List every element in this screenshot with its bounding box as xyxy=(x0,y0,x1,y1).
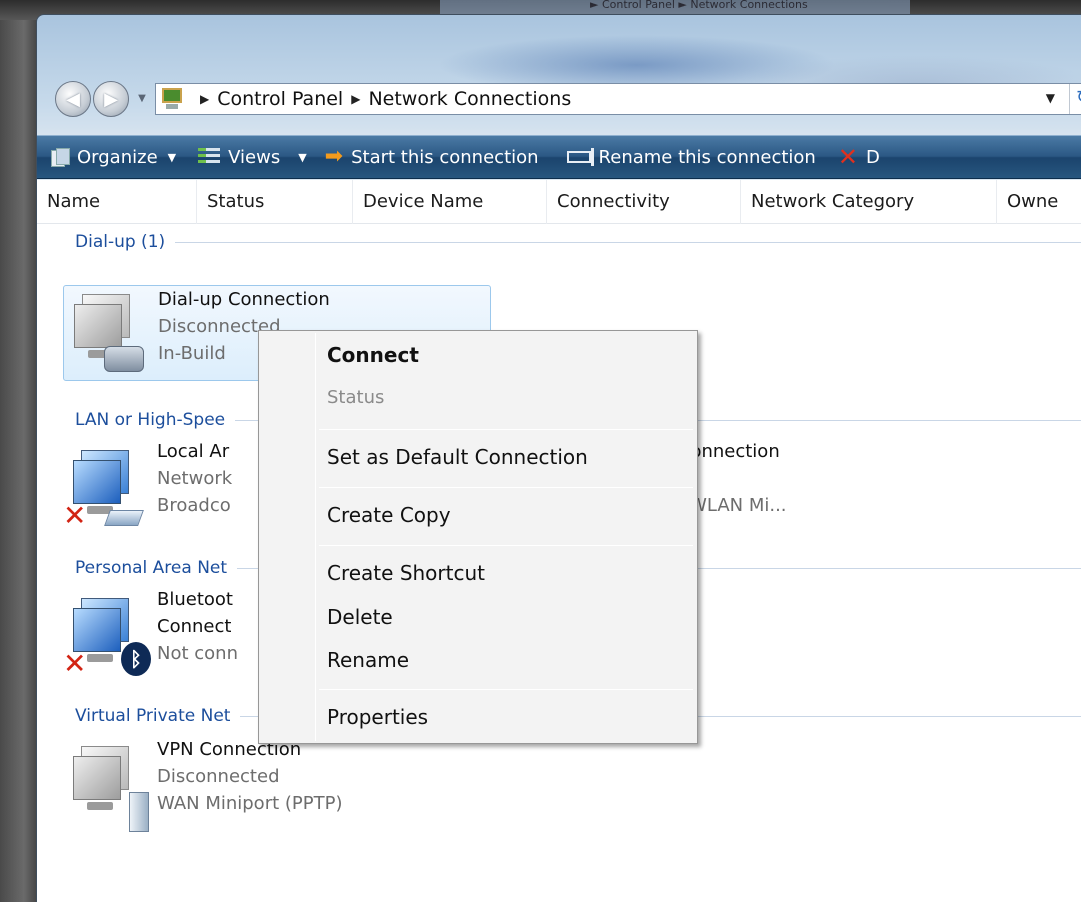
menu-separator xyxy=(319,487,693,488)
delete-connection-label: D xyxy=(865,146,880,168)
navigation-bar: ◀ ▶ ▼ ▶ Control Panel ▶ Network Connecti… xyxy=(55,75,1081,119)
bluetooth-computer-icon: ✕ ᛒ xyxy=(63,592,151,680)
column-header-name[interactable]: Name xyxy=(37,180,197,224)
column-header-device-name[interactable]: Device Name xyxy=(353,180,547,224)
arrow-right-icon: ▶ xyxy=(104,88,118,110)
vpn-computer-icon xyxy=(63,742,149,832)
column-header-network-category[interactable]: Network Category xyxy=(741,180,997,224)
bluetooth-icon: ᛒ xyxy=(121,642,151,676)
breadcrumb-network-connections[interactable]: Network Connections xyxy=(368,88,571,110)
refresh-icon[interactable]: ↻ xyxy=(1069,84,1081,114)
organize-button[interactable]: Organize ▼ xyxy=(51,147,176,168)
menu-item-rename[interactable]: Rename xyxy=(327,648,409,672)
arrow-left-icon: ◀ xyxy=(66,88,80,110)
group-label: Dial-up (1) xyxy=(75,232,166,252)
connection-name: Local Ar xyxy=(157,441,230,462)
connection-status: Not conn xyxy=(157,643,238,664)
views-label: Views xyxy=(228,146,281,168)
start-connection-label: Start this connection xyxy=(351,146,539,168)
chevron-down-icon: ▼ xyxy=(298,150,307,164)
connection-device: WAN Miniport (PPTP) xyxy=(157,793,343,814)
menu-item-properties[interactable]: Properties xyxy=(327,705,428,729)
address-bar[interactable]: ▶ Control Panel ▶ Network Connections ▼ … xyxy=(155,83,1081,115)
back-button[interactable]: ◀ xyxy=(55,81,91,117)
arrow-right-icon: ➡ xyxy=(324,144,344,169)
connection-name: Dial-up Connection xyxy=(158,289,330,310)
address-dropdown-icon[interactable]: ▼ xyxy=(1046,91,1055,105)
connection-status: Network xyxy=(157,468,233,489)
column-header-owner[interactable]: Owne xyxy=(997,180,1081,224)
group-label: LAN or High-Spee xyxy=(75,410,226,430)
context-menu: Connect Status Set as Default Connection… xyxy=(258,330,698,744)
vpn-connection-item[interactable]: VPN Connection Disconnected WAN Miniport… xyxy=(63,736,491,832)
recent-pages-dropdown[interactable]: ▼ xyxy=(135,87,149,111)
command-bar: Organize ▼ Views ▼ ➡ Start this connecti… xyxy=(37,135,1081,179)
breadcrumb-control-panel[interactable]: Control Panel xyxy=(217,88,343,110)
organize-label: Organize xyxy=(77,146,158,168)
rename-connection-button[interactable]: Rename this connection xyxy=(566,146,816,168)
menu-item-connect[interactable]: Connect xyxy=(327,343,419,367)
lan-computer-icon: ✕ xyxy=(63,444,145,530)
menu-item-delete[interactable]: Delete xyxy=(327,605,393,629)
disconnected-x-icon: ✕ xyxy=(63,499,87,532)
column-headers: Name Status Device Name Connectivity Net… xyxy=(37,180,1081,224)
delete-x-icon: ✕ xyxy=(837,143,858,171)
control-panel-icon xyxy=(160,87,186,111)
menu-item-set-default[interactable]: Set as Default Connection xyxy=(327,445,588,469)
desktop-background xyxy=(0,0,40,902)
connection-status: Disconnected xyxy=(157,766,280,787)
start-connection-button[interactable]: ➡ Start this connection xyxy=(324,144,539,169)
phone-icon xyxy=(104,346,144,372)
views-icon xyxy=(198,148,221,166)
network-cable-icon xyxy=(104,510,144,526)
dialup-computer-icon xyxy=(64,292,146,378)
group-header-dialup[interactable]: Dial-up (1) xyxy=(75,232,1081,252)
menu-separator xyxy=(319,429,693,430)
views-button[interactable]: Views ▼ xyxy=(198,147,307,168)
menu-item-create-shortcut[interactable]: Create Shortcut xyxy=(327,561,485,585)
delete-connection-button[interactable]: ✕ D xyxy=(837,143,880,171)
breadcrumb-separator-icon[interactable]: ▶ xyxy=(351,92,360,106)
group-label: Personal Area Net xyxy=(75,558,228,578)
forward-button[interactable]: ▶ xyxy=(93,81,129,117)
group-label: Virtual Private Net xyxy=(75,706,231,726)
background-window-title: ► Control Panel ► Network Connections xyxy=(440,0,910,14)
rename-connection-label: Rename this connection xyxy=(598,146,816,168)
menu-separator xyxy=(319,689,693,690)
organize-icon xyxy=(51,148,70,167)
column-header-connectivity[interactable]: Connectivity xyxy=(547,180,741,224)
column-header-status[interactable]: Status xyxy=(197,180,353,224)
chevron-down-icon: ▼ xyxy=(167,150,177,164)
breadcrumb-separator-icon[interactable]: ▶ xyxy=(200,92,209,106)
menu-item-create-copy[interactable]: Create Copy xyxy=(327,503,451,527)
menu-item-status: Status xyxy=(327,387,385,408)
connection-name-line2: Connect xyxy=(157,616,232,637)
server-tower-icon xyxy=(129,792,149,832)
connection-name: Bluetoot xyxy=(157,589,233,610)
connection-device: Broadco xyxy=(157,495,231,516)
menu-separator xyxy=(319,545,693,546)
disconnected-x-icon: ✕ xyxy=(63,647,87,680)
rename-icon xyxy=(566,148,594,166)
